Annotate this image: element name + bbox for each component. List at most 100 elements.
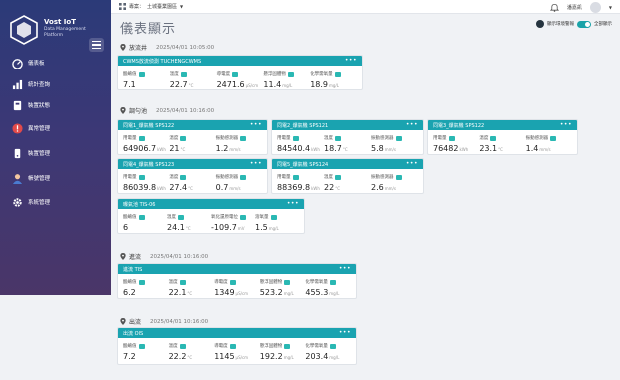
metric-unit: mV: [237, 226, 245, 231]
chart-icon[interactable]: [448, 135, 455, 141]
sidebar-item-statistics[interactable]: 統計查詢: [12, 77, 50, 91]
metric-value: 22: [324, 183, 335, 192]
chart-icon[interactable]: [229, 343, 236, 349]
chart-icon[interactable]: [179, 343, 186, 349]
avatar[interactable]: [589, 2, 601, 13]
chart-icon[interactable]: [232, 71, 239, 77]
metric-unit: °C: [187, 355, 193, 360]
more-icon[interactable]: •••: [339, 266, 351, 272]
chart-icon[interactable]: [229, 279, 236, 285]
sidebar-item-dashboard[interactable]: 儀表板: [12, 56, 45, 70]
chart-icon[interactable]: [240, 135, 247, 141]
card-title: 同電1_爆氣機 SPS122: [123, 122, 175, 129]
sidebar-item-devices[interactable]: 裝置管理: [12, 146, 50, 160]
more-icon[interactable]: •••: [250, 161, 262, 167]
chart-icon[interactable]: [329, 279, 336, 285]
more-icon[interactable]: •••: [287, 201, 299, 207]
chart-icon[interactable]: [138, 279, 145, 285]
metric: 導電度 2471.6µS/cm: [217, 71, 264, 89]
chart-icon[interactable]: [335, 174, 341, 180]
sidebar-item-label: 系統管理: [28, 200, 51, 206]
sidebar-item-system[interactable]: 系統管理: [12, 195, 50, 209]
metric-value: 84540.4: [277, 144, 311, 153]
metric-label: 用電量: [277, 175, 291, 180]
metric-label: 振動感測器: [371, 136, 394, 141]
metric-value: 22.7: [169, 80, 188, 89]
chart-icon[interactable]: [292, 174, 299, 180]
chart-icon[interactable]: [284, 279, 291, 285]
chart-icon[interactable]: [179, 279, 186, 285]
sidebar: Vost IoT Data Management Platform 儀表板 統計…: [0, 0, 111, 295]
gear-icon: [13, 197, 22, 207]
more-icon[interactable]: •••: [339, 330, 351, 336]
metric-unit: °C: [180, 147, 186, 152]
chart-icon[interactable]: [240, 174, 247, 180]
metric-value: 88369.8: [277, 183, 311, 192]
chart-icon[interactable]: [329, 343, 336, 349]
chart-icon[interactable]: [270, 214, 277, 220]
chevron-down-icon: ▼: [180, 4, 184, 9]
user-name[interactable]: 潘嘉凱: [567, 4, 582, 11]
chart-icon[interactable]: [138, 343, 145, 349]
chart-icon[interactable]: [292, 135, 299, 141]
more-icon[interactable]: •••: [406, 161, 418, 167]
more-icon[interactable]: •••: [250, 122, 262, 128]
metric: 用電量 76482kWh: [433, 135, 479, 153]
metric-unit: mg/L: [283, 355, 294, 360]
metric-value: 0.7: [215, 183, 229, 192]
more-icon[interactable]: •••: [345, 58, 357, 64]
chart-icon[interactable]: [138, 135, 145, 141]
sensor-card: 同電3_爆氣機 SPS122 ••• 用電量 76482kWh 溫度 23.1°C 振…: [427, 119, 578, 155]
chart-icon[interactable]: [395, 135, 402, 141]
metric-unit: µS/cm: [235, 355, 249, 360]
metric-value: 203.4: [305, 352, 329, 361]
chart-icon[interactable]: [287, 71, 294, 77]
sensor-card: 曝氣池 TIS-06 ••• 酸鹼值 6 溫度 24.1°C 氧化還原電位 -109.7…: [117, 198, 305, 234]
metric: 氧化還原電位 -109.7mV: [211, 214, 255, 232]
show-all-switch[interactable]: [577, 20, 591, 28]
metric-unit: mm/s: [384, 147, 396, 152]
sidebar-item-alerts[interactable]: 異常管理: [12, 121, 50, 135]
location-pin-icon: [120, 107, 126, 114]
metric-value: 2471.6: [216, 80, 245, 89]
chart-icon[interactable]: [138, 71, 145, 77]
sidebar-item-label: 異常管理: [28, 126, 51, 132]
more-icon[interactable]: •••: [406, 122, 418, 128]
metric-unit: mm/s: [229, 147, 241, 152]
chart-icon[interactable]: [284, 343, 291, 349]
chart-icon[interactable]: [138, 174, 145, 180]
alert-toggle-icon[interactable]: [536, 20, 544, 28]
metric-label: 溫度: [169, 72, 179, 77]
sidebar-item-device-status[interactable]: 裝置狀態: [12, 98, 50, 112]
more-icon[interactable]: •••: [560, 122, 572, 128]
sidebar-item-accounts[interactable]: 帳號管理: [12, 171, 50, 185]
card-title: 出流 OIS: [123, 330, 144, 337]
chart-icon[interactable]: [180, 135, 187, 141]
bell-icon[interactable]: [549, 3, 559, 12]
metric-value: 1.4: [525, 144, 539, 153]
chart-icon[interactable]: [334, 71, 341, 77]
section-name: 出流: [129, 319, 142, 326]
chart-icon[interactable]: [550, 135, 557, 141]
menu-toggle-button[interactable]: [89, 38, 104, 52]
chevron-down-icon[interactable]: ▼: [609, 5, 612, 10]
metric-unit: °C: [185, 226, 191, 231]
chart-icon[interactable]: [180, 174, 187, 180]
chart-icon[interactable]: [395, 174, 402, 180]
sidebar-item-label: 帳號管理: [28, 176, 51, 182]
chart-icon[interactable]: [490, 135, 497, 141]
sidebar-item-label: 統計查詢: [28, 82, 51, 88]
metric-unit: mg/L: [283, 291, 294, 296]
chart-icon[interactable]: [180, 71, 187, 77]
metric: 溫度 21°C: [169, 135, 215, 153]
metric-label: 溫度: [168, 280, 178, 285]
project-value: 土城臺業園區: [147, 4, 178, 10]
chart-icon[interactable]: [240, 214, 246, 220]
chart-icon[interactable]: [138, 214, 145, 220]
metric-label: 溫度: [169, 175, 179, 180]
metric-label: 振動感測器: [371, 175, 394, 180]
project-selector[interactable]: 專案： 土城臺業園區 ▼: [119, 3, 183, 10]
chart-icon[interactable]: [335, 135, 341, 141]
chart-icon[interactable]: [178, 214, 184, 220]
metric-unit: µS/cm: [245, 83, 259, 88]
